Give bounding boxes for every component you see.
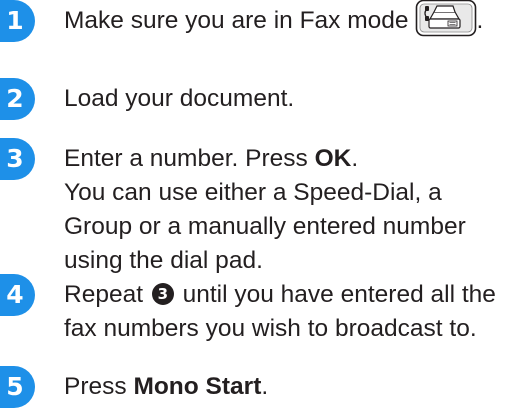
step-text: Load your document.	[64, 82, 526, 116]
step-number: 3	[6, 144, 24, 173]
mono-start-key-label: Mono Start	[133, 373, 262, 400]
step-note-line: Group or a manually entered number	[64, 213, 466, 240]
step-text: Enter a number. Press OK. You can use ei…	[64, 142, 526, 278]
step-instruction-line: fax numbers you wish to broadcast to.	[64, 315, 477, 342]
step-text: Press Mono Start.	[64, 370, 526, 404]
step-reference-badge: 3	[151, 282, 174, 305]
step-instruction: Make sure you are in Fax mode	[64, 7, 409, 34]
step-number: 4	[6, 280, 24, 309]
step-text: Repeat 3 until you have entered all the …	[64, 278, 526, 346]
ok-key-label: OK	[314, 145, 352, 172]
step-instruction-line: Enter a number. Press OK.	[64, 145, 359, 172]
step-instruction: Load your document.	[64, 85, 295, 112]
step-number: 5	[6, 372, 24, 401]
step-instruction-line: Press Mono Start.	[64, 373, 269, 400]
step-number: 1	[6, 6, 24, 35]
step-instruction-line: Repeat 3 until you have entered all the	[64, 281, 496, 308]
step-number: 2	[6, 84, 24, 113]
step-note-line: You can use either a Speed-Dial, a	[64, 179, 442, 206]
step-note-line: using the dial pad.	[64, 247, 263, 274]
step-text: Make sure you are in Fax mode.	[64, 0, 526, 38]
fax-mode-button-icon	[415, 0, 477, 37]
